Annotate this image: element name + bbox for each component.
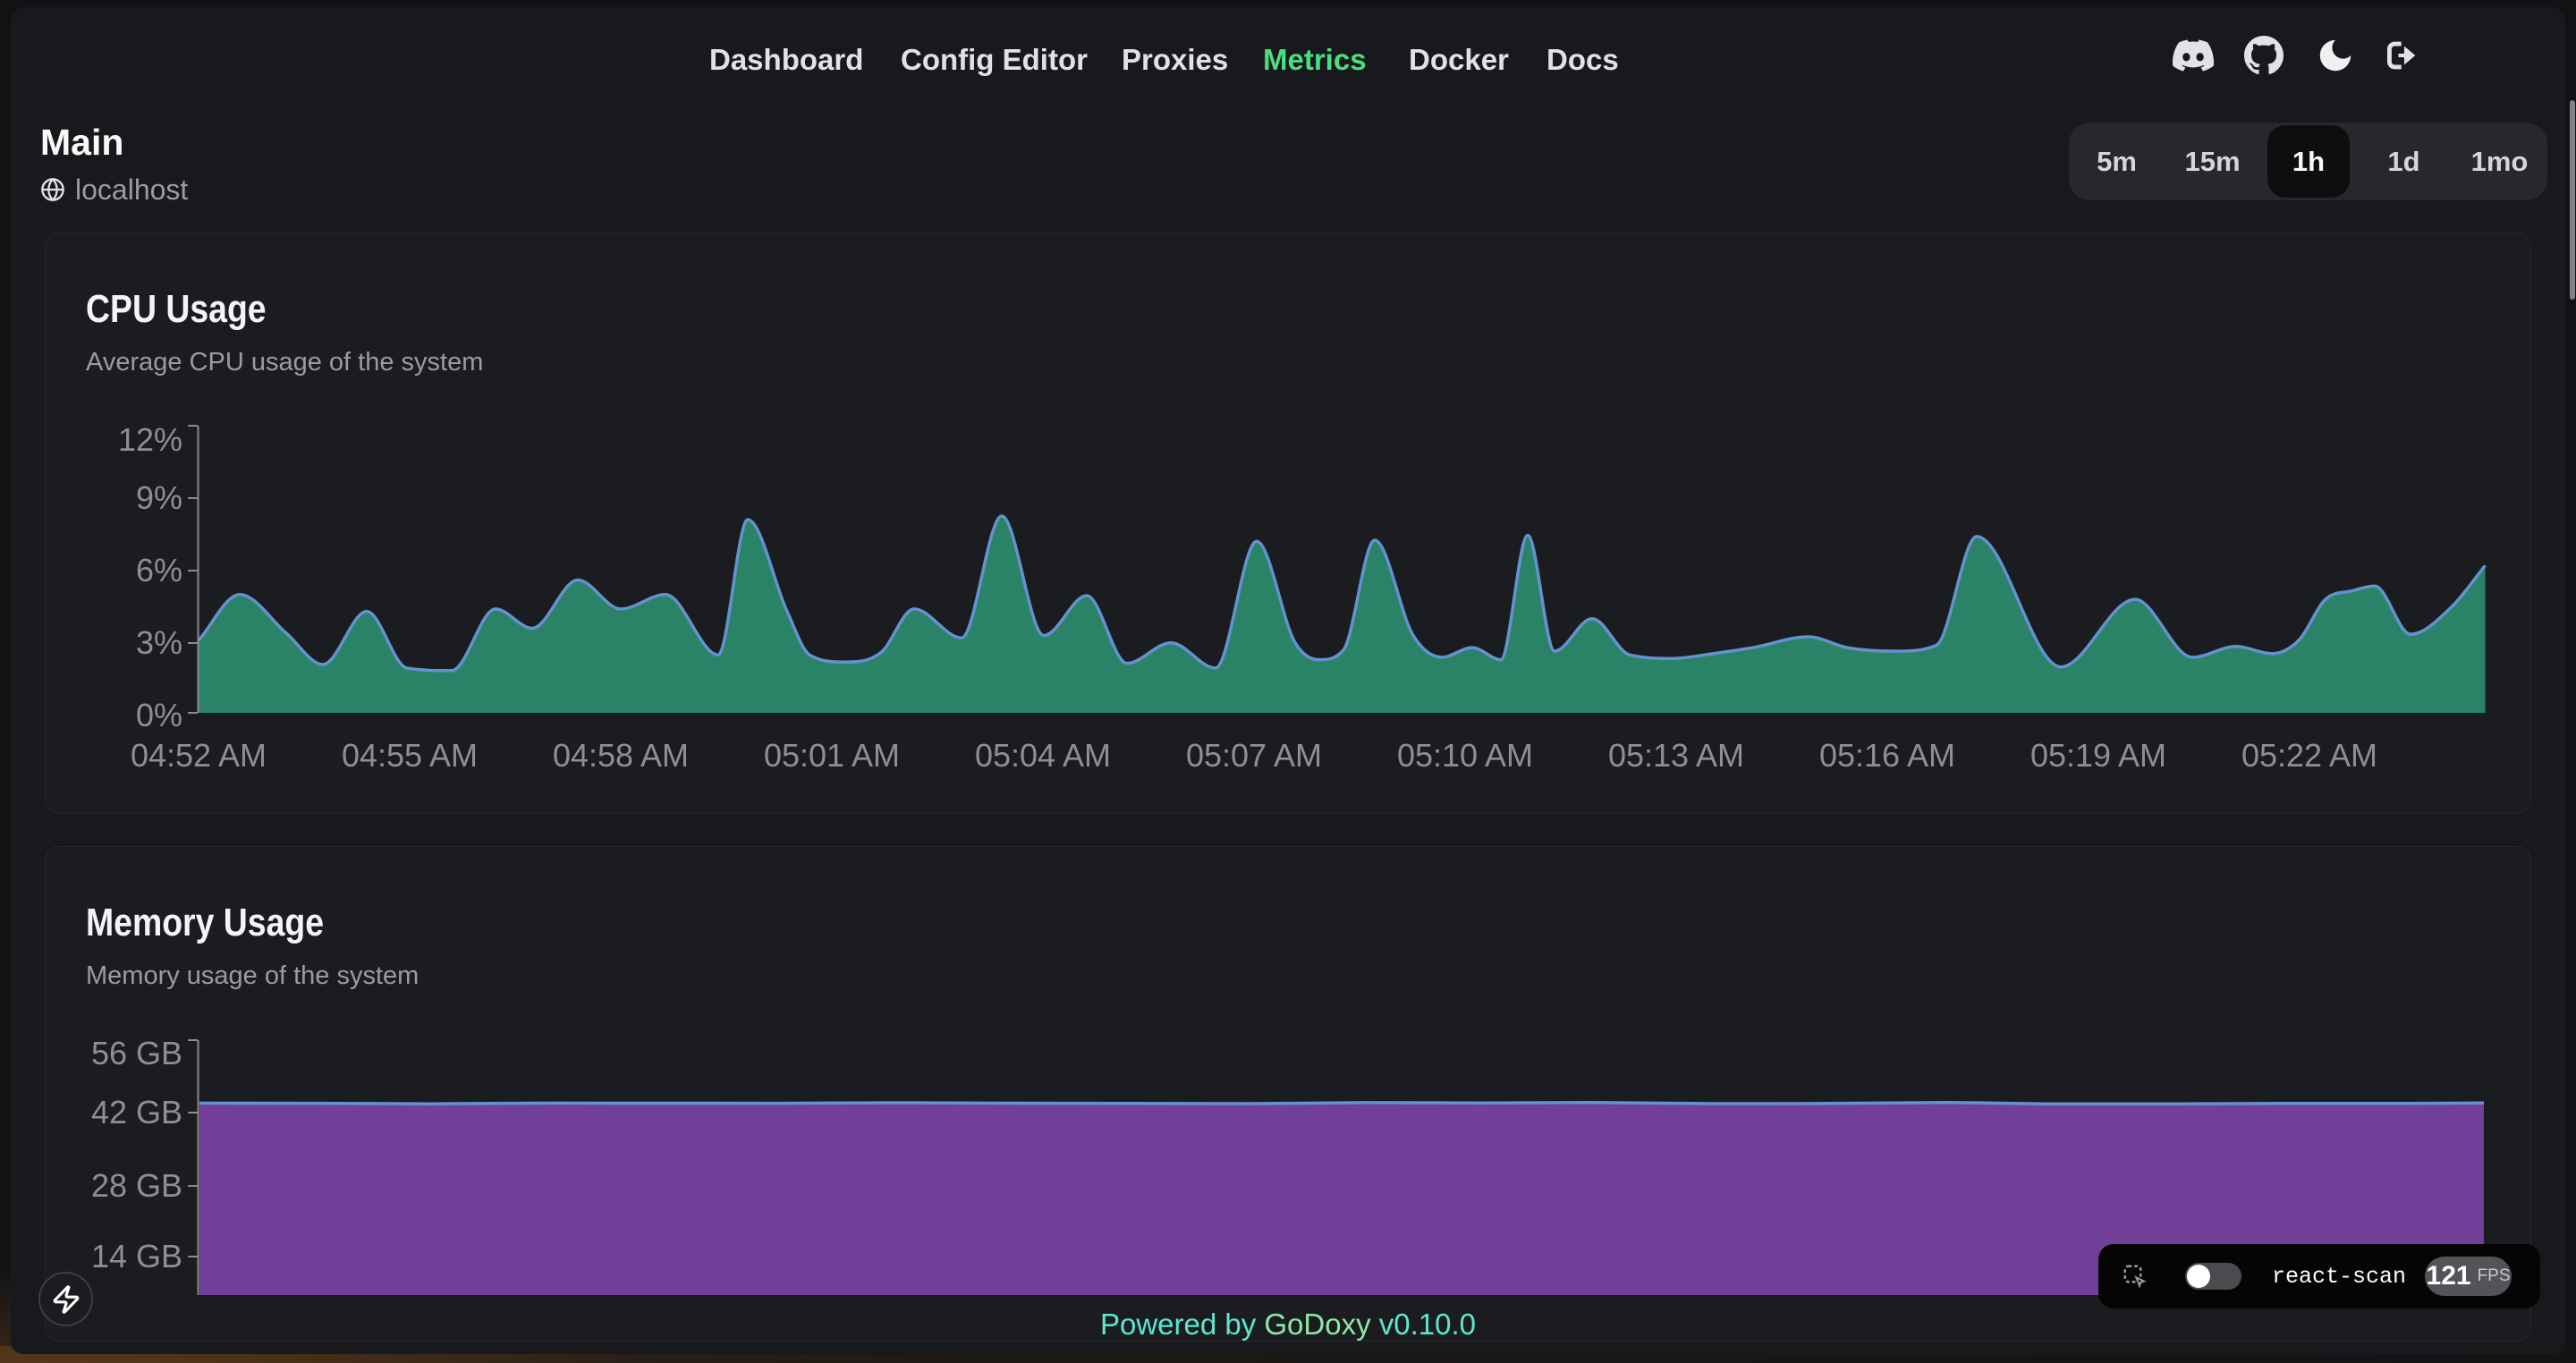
svg-text:28 GB: 28 GB [91, 1167, 182, 1204]
svg-text:14 GB: 14 GB [91, 1238, 182, 1274]
svg-text:42 GB: 42 GB [91, 1094, 182, 1130]
svg-text:56 GB: 56 GB [91, 1035, 182, 1071]
